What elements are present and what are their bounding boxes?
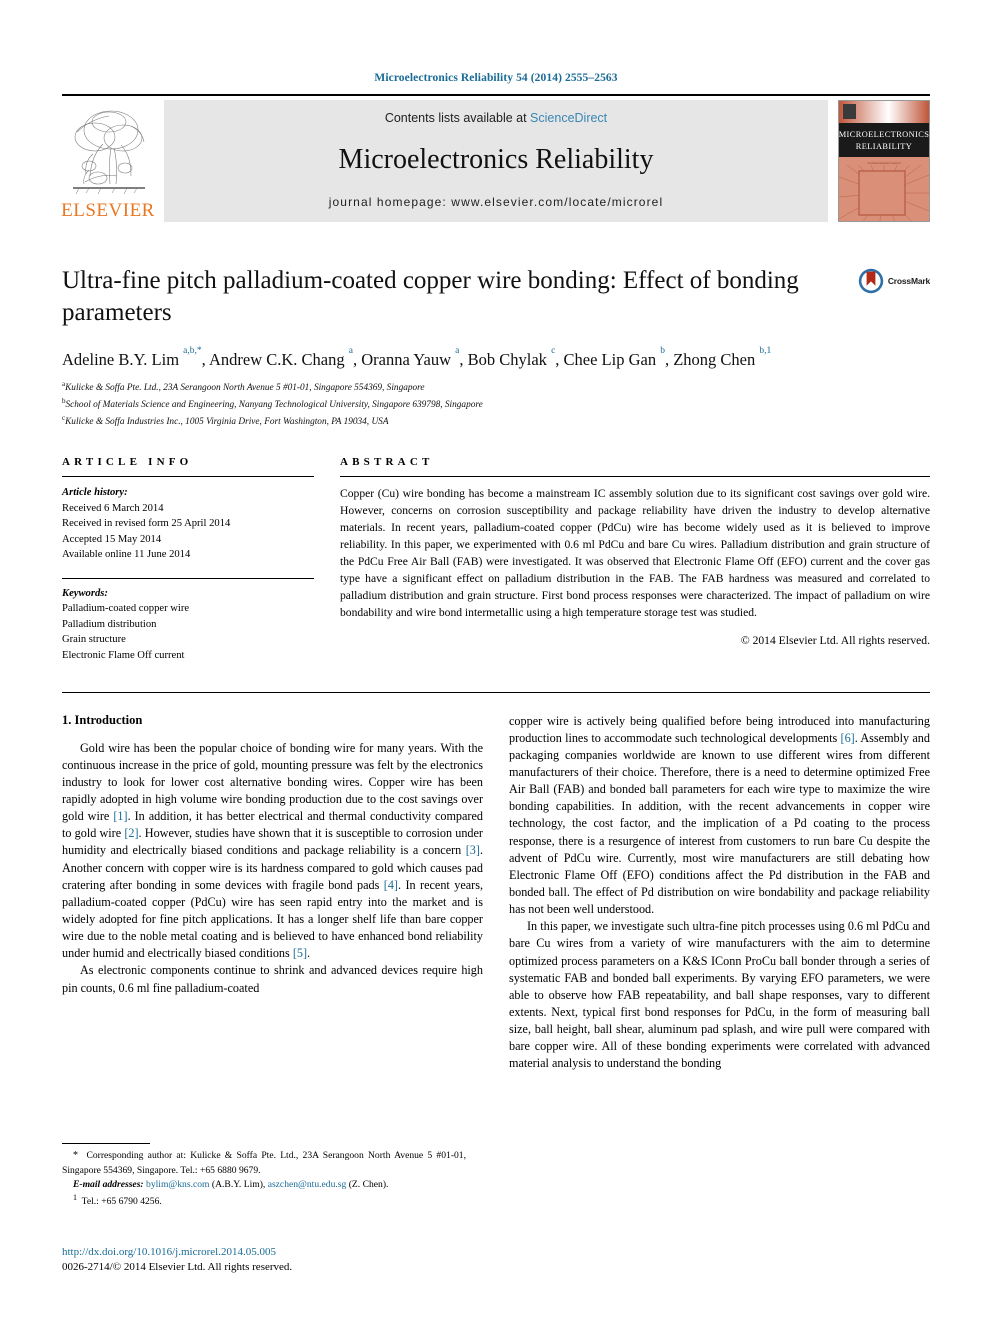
contents-prefix: Contents lists available at (384, 111, 531, 125)
doi-link[interactable]: http://dx.doi.org/10.1016/j.microrel.201… (62, 1245, 482, 1260)
keywords-title: Keywords: (62, 587, 108, 599)
issn-copyright-line: 0026-2714/© 2014 Elsevier Ltd. All right… (62, 1261, 293, 1274)
body-divider (62, 691, 930, 693)
footnote-block: * Corresponding author at: Kulicke & Sof… (62, 1143, 466, 1209)
journal-homepage[interactable]: journal homepage: www.elsevier.com/locat… (329, 195, 663, 209)
article-history-title: Article history: (62, 486, 128, 498)
info-abstract-section: ARTICLE INFO Article history: Received 6… (62, 456, 930, 664)
svg-text:An International Journal: An International Journal (867, 161, 900, 165)
cover-art-icon: MICROELECTRONICS RELIABILITY An Internat (839, 101, 929, 221)
affiliation-item: bSchool of Materials Science and Enginee… (62, 397, 483, 411)
paragraph: Gold wire has been the popular choice of… (62, 740, 483, 961)
keyword-item: Grain structure (62, 634, 126, 646)
article-info-heading: ARTICLE INFO (62, 455, 193, 468)
article-info-rule (62, 475, 314, 477)
title-block: Ultra-fine pitch palladium-coated copper… (62, 265, 930, 430)
paper-page: Microelectronics Reliability 54 (2014) 2… (0, 0, 992, 1323)
telephone-note: 1 Tel.: +65 6790 4256. (73, 1192, 162, 1207)
body-columns: 1. Introduction Gold wire has been the p… (62, 713, 930, 1073)
crossmark-badge[interactable]: CrossMark (858, 268, 930, 294)
body-column-right: copper wire is actively being qualified … (509, 713, 930, 1073)
affiliation-marker: a (62, 380, 66, 389)
keywords-block: Keywords: Palladium-coated copper wire P… (62, 577, 314, 664)
svg-text:MICROELECTRONICS: MICROELECTRONICS (839, 130, 929, 139)
affiliation-marker: b (62, 397, 66, 406)
affiliation-marker: c (62, 414, 66, 423)
article-history: Article history: Received 6 March 2014 R… (62, 485, 314, 563)
keyword-item: Electronic Flame Off current (62, 650, 185, 662)
journal-title: Microelectronics Reliability (338, 144, 654, 175)
doi-block: http://dx.doi.org/10.1016/j.microrel.201… (62, 1245, 482, 1276)
history-item: Received in revised form 25 April 2014 (62, 518, 231, 530)
running-head: Microelectronics Reliability 54 (2014) 2… (374, 72, 618, 84)
journal-cover-thumbnail: MICROELECTRONICS RELIABILITY An Internat (838, 100, 930, 222)
keyword-item: Palladium-coated copper wire (62, 603, 190, 615)
history-item: Received 6 March 2014 (62, 502, 164, 514)
elsevier-wordmark: ELSEVIER (61, 200, 155, 221)
page-title: Ultra-fine pitch palladium-coated copper… (62, 267, 799, 326)
author-list: Adeline B.Y. Lim a,b,*, Andrew C.K. Chan… (62, 346, 772, 369)
sciencedirect-link[interactable]: ScienceDirect (530, 111, 607, 125)
abstract-text: Copper (Cu) wire bonding has become a ma… (340, 486, 930, 620)
abstract-heading: ABSTRACT (340, 455, 434, 468)
abstract-copyright: © 2014 Elsevier Ltd. All rights reserved… (740, 634, 930, 648)
affiliation-item: cKulicke & Soffa Industries Inc., 1005 V… (62, 414, 389, 428)
elsevier-tree-icon (73, 110, 145, 195)
affiliation-list: aKulicke & Soffa Pte. Ltd., 23A Serangoo… (62, 379, 930, 430)
svg-text:RELIABILITY: RELIABILITY (856, 142, 913, 151)
article-info-column: ARTICLE INFO Article history: Received 6… (62, 456, 314, 664)
section-heading-introduction: 1. Introduction (62, 712, 143, 727)
paragraph: In this paper, we investigate such ultra… (509, 919, 930, 1071)
corresponding-author-note: * Corresponding author at: Kulicke & Sof… (62, 1150, 466, 1176)
affiliation-item: aKulicke & Soffa Pte. Ltd., 23A Serangoo… (62, 380, 425, 394)
contents-available-line: Contents lists available at ScienceDirec… (385, 111, 607, 125)
journal-banner: ELSEVIER Contents lists available at Sci… (61, 94, 930, 222)
keyword-item: Palladium distribution (62, 618, 157, 630)
email-addresses-note: E-mail addresses: bylim@kns.com (A.B.Y. … (73, 1178, 389, 1190)
abstract-column: ABSTRACT Copper (Cu) wire bonding has be… (340, 456, 930, 664)
history-item: Accepted 15 May 2014 (62, 533, 162, 545)
crossmark-icon (858, 268, 884, 294)
body-column-left: 1. Introduction Gold wire has been the p… (62, 713, 483, 1073)
elsevier-logo: ELSEVIER (61, 100, 155, 222)
paragraph: As electronic components continue to shr… (62, 963, 483, 995)
keywords-rule (62, 577, 314, 579)
banner-center: Contents lists available at ScienceDirec… (164, 100, 828, 222)
footnote-rule (62, 1143, 150, 1144)
crossmark-label: CrossMark (887, 276, 930, 286)
paragraph: copper wire is actively being qualified … (509, 713, 930, 917)
history-item: Available online 11 June 2014 (62, 549, 191, 561)
abstract-rule (340, 475, 930, 477)
